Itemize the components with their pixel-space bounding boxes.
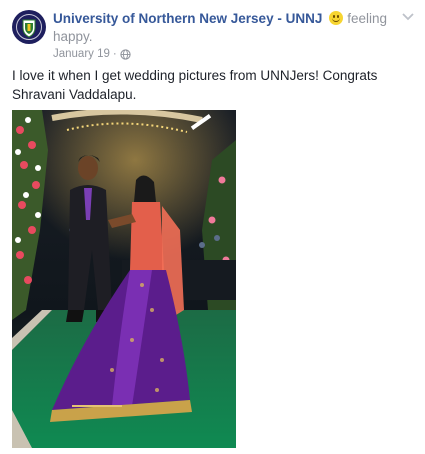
chevron-down-icon[interactable]	[401, 12, 415, 22]
page-avatar[interactable]	[12, 10, 46, 44]
post-body-text: I love it when I get wedding pictures fr…	[12, 68, 378, 102]
meta-separator: ·	[112, 48, 117, 60]
feed-post: University of Northern New Jersey - UNNJ…	[0, 0, 425, 454]
post-meta: January 19 ·	[53, 48, 393, 60]
university-seal-icon	[13, 11, 45, 43]
post-header: University of Northern New Jersey - UNNJ…	[53, 10, 393, 60]
wedding-photo[interactable]	[12, 110, 236, 448]
globe-icon[interactable]	[120, 48, 131, 60]
wedding-photo-illustration	[12, 110, 236, 448]
feeling-suffix: happy.	[53, 29, 93, 44]
smiley-icon	[328, 11, 343, 25]
feeling-prefix: feeling	[347, 11, 388, 26]
post-timestamp[interactable]: January 19	[53, 48, 110, 60]
page-name-link[interactable]: University of Northern New Jersey - UNNJ	[53, 11, 322, 26]
header-line: University of Northern New Jersey - UNNJ…	[53, 10, 393, 46]
